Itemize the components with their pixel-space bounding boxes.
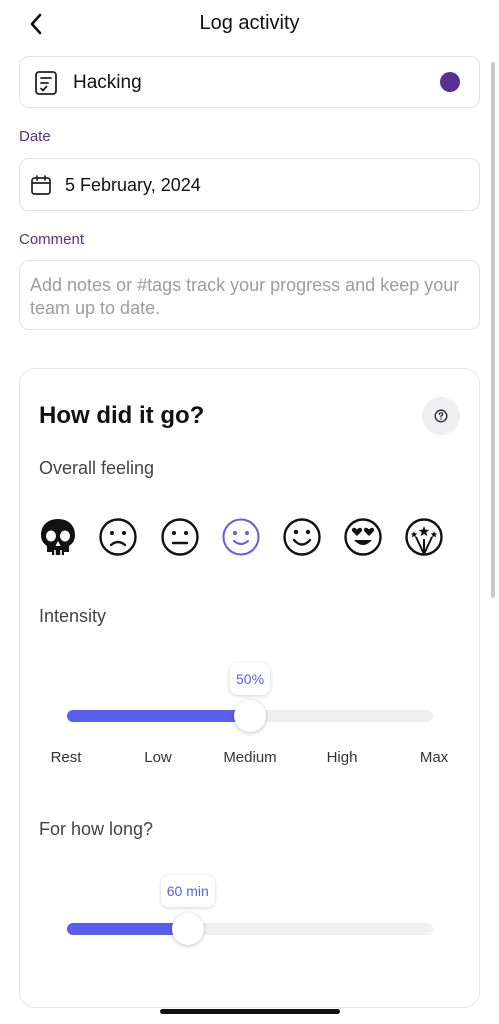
activity-name: Hacking — [73, 72, 142, 93]
page-title: Log activity — [199, 12, 300, 34]
comment-input[interactable]: Add notes or #tags track your progress a… — [19, 260, 480, 330]
duration-value-bubble: 60 min — [160, 875, 215, 907]
intensity-value-bubble: 50% — [230, 663, 271, 695]
date-value: 5 February, 2024 — [65, 175, 201, 195]
intensity-tick-high: High — [326, 749, 358, 766]
intensity-tick-medium: Medium — [223, 749, 277, 766]
feeling-label: Overall feeling — [39, 458, 155, 478]
intensity-label: Intensity — [39, 606, 107, 626]
home-indicator — [160, 1009, 340, 1014]
skull-icon[interactable] — [38, 517, 78, 557]
happy-face-icon[interactable] — [282, 517, 322, 557]
checklist-icon — [34, 70, 58, 101]
help-button[interactable] — [422, 397, 460, 435]
comment-placeholder: Add notes or #tags track your progress a… — [30, 275, 460, 318]
card-title: How did it go? — [39, 402, 205, 429]
neutral-face-icon[interactable] — [160, 517, 200, 557]
heart-eyes-face-icon[interactable] — [343, 517, 383, 557]
smile-face-icon[interactable] — [221, 517, 261, 557]
activity-selector[interactable]: Hacking — [19, 56, 480, 108]
intensity-slider-thumb[interactable] — [234, 700, 266, 732]
duration-slider-thumb[interactable] — [171, 913, 204, 945]
comment-label: Comment — [19, 231, 85, 248]
date-field[interactable]: 5 February, 2024 — [19, 158, 480, 211]
fireworks-icon[interactable] — [404, 517, 444, 557]
header-bar: Log activity — [0, 0, 499, 52]
intensity-tick-rest: Rest — [50, 749, 82, 766]
duration-label: For how long? — [39, 819, 154, 839]
intensity-slider-fill — [67, 710, 250, 722]
duration-slider-fill — [67, 923, 188, 935]
feedback-card: How did it go? Overall feeling Intensity… — [19, 368, 480, 1008]
intensity-tick-low: Low — [144, 749, 172, 766]
duration-slider[interactable] — [67, 923, 433, 935]
calendar-icon — [30, 174, 52, 201]
frown-face-icon[interactable] — [98, 517, 138, 557]
question-icon — [434, 409, 448, 423]
scrollbar[interactable] — [491, 62, 495, 598]
activity-color-dot — [440, 72, 460, 92]
date-label: Date — [19, 128, 51, 145]
intensity-tick-max: Max — [419, 749, 449, 766]
